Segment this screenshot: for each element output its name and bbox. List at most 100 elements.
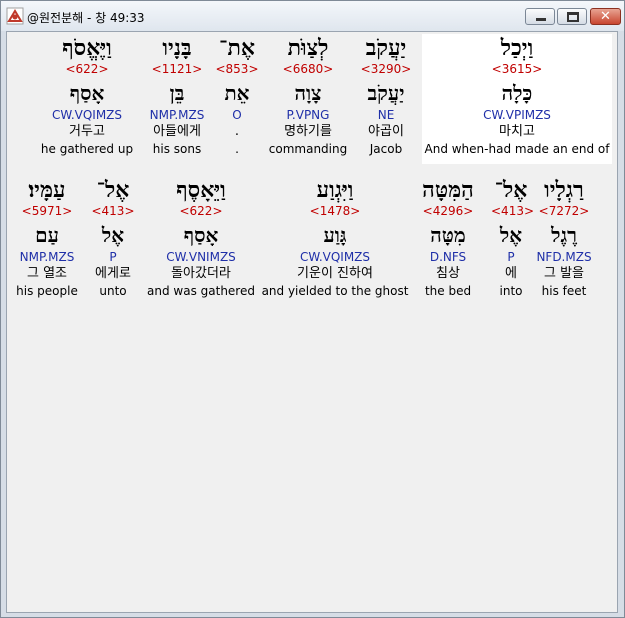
korean-gloss: 그 발을 bbox=[543, 266, 584, 281]
english-gloss: he gathered up bbox=[40, 142, 134, 156]
hebrew-word: וַיֶּאֱסֹף bbox=[62, 35, 112, 61]
korean-gloss: 돌아갔더라 bbox=[171, 266, 231, 281]
app-window: @원전분해 - 창 49:33 ✕ וַיְכַל <3615> כָּלָה CW.… bbox=[0, 0, 625, 618]
english-gloss: commanding bbox=[268, 142, 348, 156]
morphology-code: P.VPNG bbox=[286, 108, 330, 122]
strong-number: <5971> bbox=[21, 204, 73, 218]
english-gloss: his feet bbox=[541, 284, 587, 298]
close-icon: ✕ bbox=[600, 9, 611, 24]
korean-gloss: 마치고 bbox=[499, 124, 535, 139]
lemma: מִטָּה bbox=[430, 223, 466, 247]
title-bar[interactable]: @원전분해 - 창 49:33 ✕ bbox=[1, 1, 624, 31]
word-block[interactable]: וַיֵּאָסֶף <622> אָסַף CW.VNIMZS 돌아갔더라 and wa… bbox=[146, 176, 256, 306]
strong-number: <622> bbox=[179, 204, 223, 218]
lemma: אָסַף bbox=[69, 81, 105, 105]
word-block[interactable]: וַיִּגְוַע <1478> גָּוַע CW.VQIMZS 기운이 진하여 an… bbox=[260, 176, 410, 306]
english-gloss: his sons bbox=[152, 142, 202, 156]
hebrew-word: הַמִּטָּה bbox=[422, 177, 474, 203]
english-gloss: unto bbox=[99, 284, 127, 298]
lemma: כָּלָה bbox=[501, 81, 533, 105]
strong-number: <1478> bbox=[309, 204, 361, 218]
english-gloss: And when-had made an end of bbox=[424, 142, 610, 156]
hebrew-word: עַמָּיו׃ bbox=[28, 177, 66, 203]
morphology-code: CW.VPIMZS bbox=[483, 108, 551, 122]
morphology-code: NMP.MZS bbox=[149, 108, 205, 122]
morphology-code: NMP.MZS bbox=[19, 250, 75, 264]
morphology-code: D.NFS bbox=[429, 250, 467, 264]
korean-gloss: 기운이 진하여 bbox=[297, 266, 373, 281]
strong-number: <1121> bbox=[151, 62, 203, 76]
word-block[interactable]: בָּנָיו <1121> בֵּן NMP.MZS 아들에게 his sons bbox=[142, 34, 212, 164]
korean-gloss: 명하기를 bbox=[284, 124, 332, 139]
maximize-button[interactable] bbox=[557, 8, 587, 25]
strong-number: <3290> bbox=[360, 62, 412, 76]
korean-gloss: 침상 bbox=[436, 266, 460, 281]
korean-gloss: 에 bbox=[505, 266, 517, 281]
hebrew-word: לְצַוֹּת bbox=[287, 35, 329, 61]
lemma: יַעֲקֹב bbox=[367, 81, 405, 105]
hebrew-word: אֶת־ bbox=[219, 35, 255, 61]
korean-gloss: 거두고 bbox=[69, 124, 105, 139]
strong-number: <413> bbox=[491, 204, 535, 218]
korean-gloss: . bbox=[234, 124, 240, 139]
strong-number: <3615> bbox=[491, 62, 543, 76]
hebrew-word: בָּנָיו bbox=[162, 35, 192, 61]
word-block[interactable]: הַמִּטָּה <4296> מִטָּה D.NFS 침상 the bed bbox=[413, 176, 483, 306]
morphology-code: NFD.MZS bbox=[536, 250, 592, 264]
hebrew-word: וַיִּגְוַע bbox=[316, 177, 354, 203]
lemma: אֵת bbox=[224, 81, 250, 105]
hebrew-word: יַעֲקֹב bbox=[365, 35, 407, 61]
korean-gloss: 아들에게 bbox=[153, 124, 201, 139]
minimize-icon bbox=[536, 18, 546, 21]
word-block[interactable]: עַמָּיו׃ <5971> עַם NMP.MZS 그 열조 his people bbox=[12, 176, 82, 306]
strong-number: <6680> bbox=[282, 62, 334, 76]
word-block[interactable]: רַגְלָיו <7272> רֶגֶל NFD.MZS 그 발을 his feet bbox=[529, 176, 599, 306]
english-gloss: his people bbox=[16, 284, 78, 298]
lemma: צָוָה bbox=[294, 81, 322, 105]
strong-number: <413> bbox=[91, 204, 135, 218]
lemma: רֶגֶל bbox=[551, 223, 577, 247]
hebrew-word: וַיְכַל bbox=[500, 35, 534, 61]
lemma: בֵּן bbox=[169, 81, 185, 105]
strong-number: <853> bbox=[215, 62, 259, 76]
english-gloss: and yielded to the ghost bbox=[261, 284, 409, 298]
word-block[interactable]: אֶת־ <853> אֵת O.. bbox=[212, 34, 262, 164]
window-title: @원전분해 - 창 49:33 bbox=[27, 11, 145, 25]
hebrew-word: אֶל־ bbox=[96, 177, 130, 203]
strong-number: <4296> bbox=[422, 204, 474, 218]
hebrew-word: וַיֵּאָסֶף bbox=[176, 177, 226, 203]
lemma: אָסַף bbox=[183, 223, 219, 247]
hebrew-word: רַגְלָיו bbox=[544, 177, 584, 203]
morphology-code: CW.VNIMZS bbox=[166, 250, 236, 264]
morphology-code: P bbox=[109, 250, 117, 264]
morphology-code: CW.VQIMZS bbox=[51, 108, 123, 122]
word-block[interactable]: וַיְכַל <3615> כָּלָה CW.VPIMZS 마치고 And when-… bbox=[422, 34, 612, 164]
morphology-code: NE bbox=[377, 108, 395, 122]
word-block[interactable]: אֶל־ <413> אֶל P 에게로 unto bbox=[88, 176, 138, 306]
strong-number: <622> bbox=[65, 62, 109, 76]
strong-number: <7272> bbox=[538, 204, 590, 218]
minimize-button[interactable] bbox=[525, 8, 555, 25]
app-logo-icon bbox=[6, 7, 24, 25]
korean-gloss: 그 열조 bbox=[26, 266, 67, 281]
morphology-code: P bbox=[507, 250, 515, 264]
verse-analysis-panel[interactable]: וַיְכַל <3615> כָּלָה CW.VPIMZS 마치고 And when-… bbox=[6, 31, 618, 613]
korean-gloss: 야곱이 bbox=[368, 124, 404, 139]
close-button[interactable]: ✕ bbox=[590, 8, 621, 25]
word-block[interactable]: יַעֲקֹב <3290> יַעֲקֹב NE 야곱이 Jacob bbox=[351, 34, 421, 164]
lemma: עַם bbox=[35, 223, 59, 247]
word-block[interactable]: וַיֶּאֱסֹף <622> אָסַף CW.VQIMZS 거두고 he gathe… bbox=[37, 34, 137, 164]
maximize-icon bbox=[567, 12, 579, 22]
morphology-code: O bbox=[232, 108, 242, 122]
english-gloss: . bbox=[235, 142, 239, 156]
lemma: אֶל bbox=[499, 223, 523, 247]
morphology-code: CW.VQIMZS bbox=[299, 250, 371, 264]
english-gloss: Jacob bbox=[369, 142, 403, 156]
english-gloss: and was gathered bbox=[147, 284, 255, 298]
lemma: גָּוַע bbox=[323, 223, 347, 247]
english-gloss: the bed bbox=[424, 284, 472, 298]
word-block[interactable]: אֶל־ <413> אֶל P 에 into bbox=[491, 176, 535, 306]
lemma: אֶל bbox=[101, 223, 125, 247]
word-block[interactable]: לְצַוֹּת <6680> צָוָה P.VPNG 명하기를 commanding bbox=[268, 34, 348, 164]
korean-gloss: 에게로 bbox=[95, 266, 131, 281]
